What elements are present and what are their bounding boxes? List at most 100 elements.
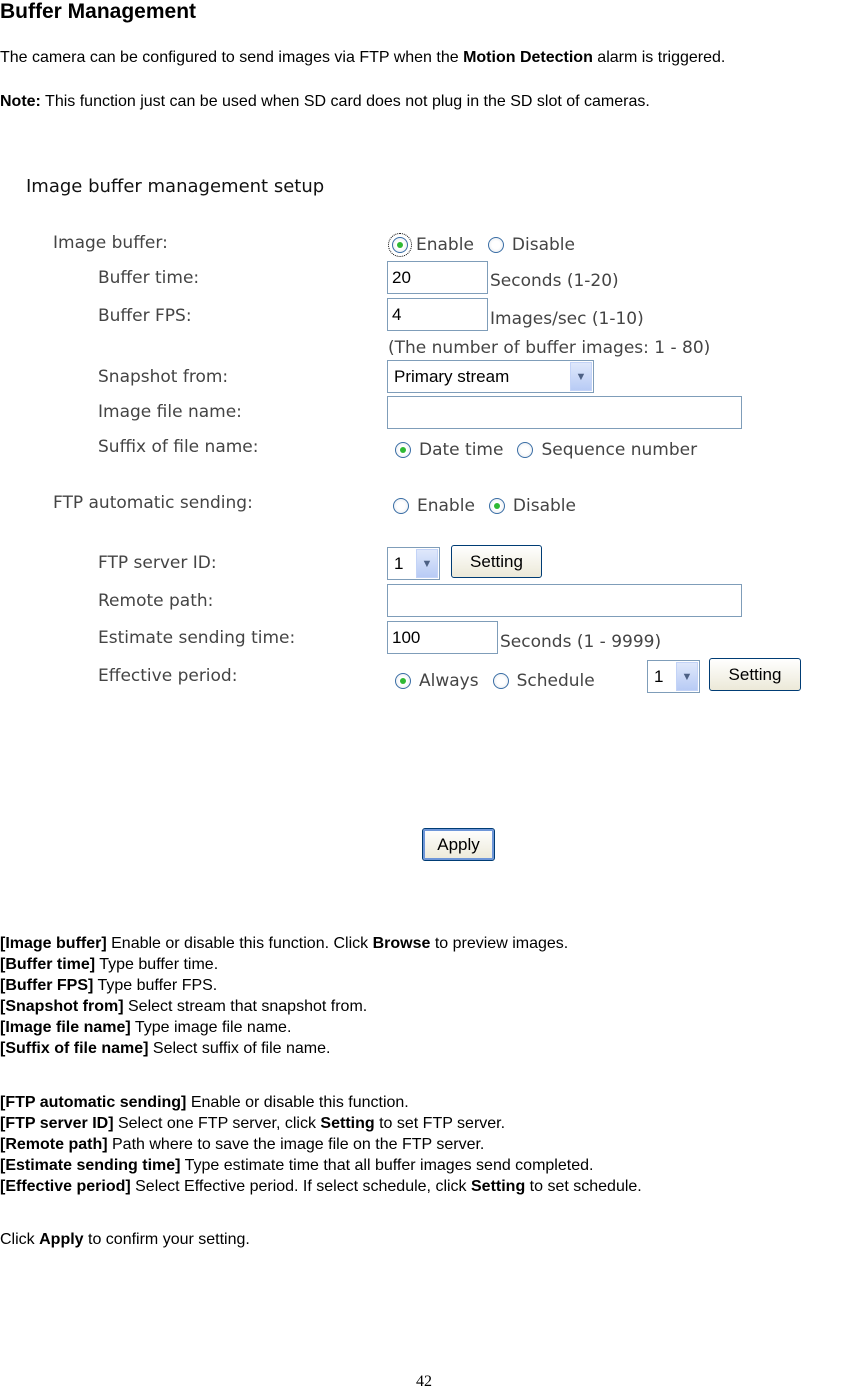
suffix-sequence-radio[interactable] xyxy=(517,442,534,458)
closing-text-end: to confirm your setting. xyxy=(83,1231,250,1248)
desc-term: [Estimate sending time] xyxy=(0,1157,181,1174)
desc-text-end: to set schedule. xyxy=(525,1178,642,1195)
descriptions-group-1: [Image buffer] Enable or disable this fu… xyxy=(0,933,568,1059)
image-buffer-radio-group: Enable Disable xyxy=(388,233,589,257)
buffer-time-hint: Seconds (1-20) xyxy=(490,271,619,291)
desc-text: Path where to save the image file on the… xyxy=(107,1136,485,1153)
desc-term: [Buffer time] xyxy=(0,956,96,973)
panel-title: Image buffer management setup xyxy=(26,176,325,197)
note-text: This function just can be used when SD c… xyxy=(40,93,650,110)
effective-period-label: Effective period: xyxy=(98,666,238,686)
suffix-label: Suffix of file name: xyxy=(98,437,259,457)
image-buffer-disable-label: Disable xyxy=(511,235,575,255)
desc-text: Type estimate time that all buffer image… xyxy=(180,1157,594,1174)
ftp-auto-radio-group: Enable Disable xyxy=(393,496,590,516)
chevron-down-icon[interactable]: ▼ xyxy=(570,362,592,391)
ftp-auto-disable-label: Disable xyxy=(512,496,576,516)
desc-line: [Buffer time] Type buffer time. xyxy=(0,954,568,975)
desc-term: [Remote path] xyxy=(0,1136,108,1153)
desc-text-end: to set FTP server. xyxy=(374,1115,506,1132)
page-number: 42 xyxy=(416,1373,432,1390)
intro-text: The camera can be configured to send ima… xyxy=(0,49,464,66)
period-schedule-radio[interactable] xyxy=(492,673,509,689)
desc-text: Type buffer time. xyxy=(95,956,219,973)
apply-button[interactable]: Apply xyxy=(422,828,495,861)
ftp-server-id-select[interactable]: 1 ▼ xyxy=(387,547,440,580)
desc-term: [Image buffer] xyxy=(0,935,107,952)
desc-line: [Remote path] Path where to save the ima… xyxy=(0,1134,642,1155)
buffer-time-input[interactable]: 20 xyxy=(387,261,488,294)
ftp-auto-label: FTP automatic sending: xyxy=(53,493,253,513)
ftp-auto-enable-radio[interactable] xyxy=(393,498,409,514)
desc-term: [Buffer FPS] xyxy=(0,977,94,994)
desc-line: [Estimate sending time] Type estimate ti… xyxy=(0,1155,642,1176)
intro-text-end: alarm is triggered. xyxy=(592,49,726,66)
ftp-server-id-value: 1 xyxy=(394,553,404,573)
chevron-down-icon[interactable]: ▼ xyxy=(676,662,698,691)
period-always-label: Always xyxy=(419,671,479,691)
suffix-datetime-radio[interactable] xyxy=(395,442,411,458)
doc-title: Buffer Management xyxy=(0,0,197,23)
desc-text: Select one FTP server, click xyxy=(113,1115,321,1132)
estimate-time-input[interactable]: 100 xyxy=(387,621,498,654)
snapshot-from-select[interactable]: Primary stream ▼ xyxy=(387,360,594,393)
image-buffer-enable-label: Enable xyxy=(416,235,474,255)
image-buffer-enable-radio[interactable] xyxy=(388,233,412,257)
period-schedule-label: Schedule xyxy=(516,671,595,691)
ftp-server-setting-button[interactable]: Setting xyxy=(451,545,542,578)
buffer-images-note: (The number of buffer images: 1 - 80) xyxy=(388,338,711,358)
closing-text: Click xyxy=(0,1231,40,1248)
suffix-sequence-label: Sequence number xyxy=(541,440,698,460)
desc-bold: Setting xyxy=(471,1178,526,1195)
desc-term: [FTP automatic sending] xyxy=(0,1094,187,1111)
schedule-value: 1 xyxy=(654,666,664,686)
desc-line: [FTP server ID] Select one FTP server, c… xyxy=(0,1113,642,1134)
image-buffer-disable-radio[interactable] xyxy=(487,237,504,253)
desc-line: [Snapshot from] Select stream that snaps… xyxy=(0,996,568,1017)
closing-paragraph: Click Apply to confirm your setting. xyxy=(0,1229,250,1250)
ftp-auto-disable-radio[interactable] xyxy=(488,498,505,514)
desc-line: [FTP automatic sending] Enable or disabl… xyxy=(0,1092,642,1113)
remote-path-input[interactable] xyxy=(387,584,742,617)
desc-text: Type image file name. xyxy=(130,1019,292,1036)
note-paragraph: Note: This function just can be used whe… xyxy=(0,93,650,111)
desc-line: [Effective period] Select Effective peri… xyxy=(0,1176,642,1197)
note-label: Note: xyxy=(0,93,41,110)
desc-text: Type buffer FPS. xyxy=(93,977,218,994)
buffer-fps-label: Buffer FPS: xyxy=(98,306,192,326)
desc-text: Select Effective period. If select sched… xyxy=(130,1178,471,1195)
image-file-name-label: Image file name: xyxy=(98,402,242,422)
desc-term: [Suffix of file name] xyxy=(0,1040,149,1057)
intro-paragraph: The camera can be configured to send ima… xyxy=(0,49,725,67)
desc-text: Enable or disable this function. xyxy=(186,1094,409,1111)
desc-line: [Image file name] Type image file name. xyxy=(0,1017,568,1038)
image-file-name-input[interactable] xyxy=(387,396,742,429)
buffer-fps-hint: Images/sec (1-10) xyxy=(490,309,644,329)
desc-line: [Image buffer] Enable or disable this fu… xyxy=(0,933,568,954)
buffer-fps-input[interactable]: 4 xyxy=(387,298,488,331)
period-always-radio[interactable] xyxy=(395,673,411,689)
desc-term: [FTP server ID] xyxy=(0,1115,114,1132)
desc-text-end: to preview images. xyxy=(430,935,569,952)
ftp-auto-enable-label: Enable xyxy=(417,496,475,516)
snapshot-from-value: Primary stream xyxy=(394,366,510,386)
desc-line: [Suffix of file name] Select suffix of f… xyxy=(0,1038,568,1059)
desc-term: [Effective period] xyxy=(0,1178,131,1195)
desc-bold: Setting xyxy=(320,1115,375,1132)
desc-line: [Buffer FPS] Type buffer FPS. xyxy=(0,975,568,996)
closing-bold: Apply xyxy=(39,1231,84,1248)
schedule-select[interactable]: 1 ▼ xyxy=(647,660,700,693)
desc-text: Enable or disable this function. Click xyxy=(106,935,373,952)
desc-bold: Browse xyxy=(372,935,431,952)
desc-text: Select suffix of file name. xyxy=(148,1040,331,1057)
chevron-down-icon[interactable]: ▼ xyxy=(416,549,438,578)
desc-term: [Snapshot from] xyxy=(0,998,124,1015)
estimate-time-hint: Seconds (1 - 9999) xyxy=(500,632,662,652)
desc-term: [Image file name] xyxy=(0,1019,131,1036)
intro-bold: Motion Detection xyxy=(463,49,593,66)
desc-text: Select stream that snapshot from. xyxy=(123,998,368,1015)
effective-period-radio-group: Always Schedule xyxy=(395,671,595,691)
remote-path-label: Remote path: xyxy=(98,591,214,611)
schedule-setting-button[interactable]: Setting xyxy=(709,658,801,691)
buffer-time-label: Buffer time: xyxy=(98,268,200,288)
